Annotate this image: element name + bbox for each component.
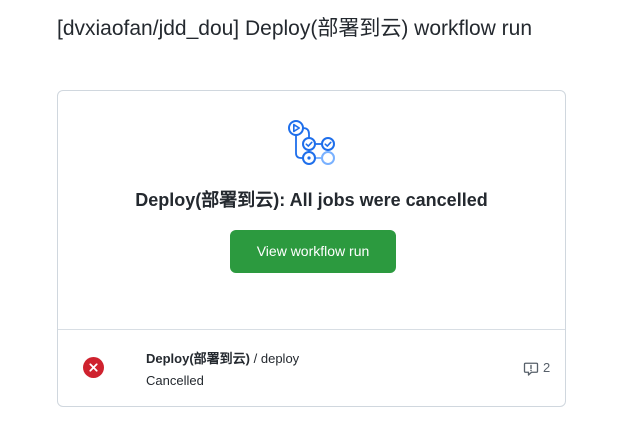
annotations-link[interactable]: 2 [523, 359, 550, 377]
job-workflow-name: Deploy(部署到云) [146, 351, 251, 366]
job-name[interactable]: Deploy(部署到云) / deploy [146, 350, 299, 368]
annotation-count: 2 [543, 360, 551, 375]
page-title: [dvxiaofan/jdd_dou] Deploy(部署到云) workflo… [57, 17, 533, 40]
job-separator: / [250, 351, 261, 366]
workflow-icon [288, 120, 335, 165]
comment-icon [523, 362, 539, 376]
x-circle-fill-icon [83, 357, 104, 378]
workflow-run-card: Deploy(部署到云): All jobs were cancelled Vi… [57, 90, 566, 407]
job-status: Cancelled [146, 373, 204, 388]
job-row: Deploy(部署到云) / deploy Cancelled 2 [58, 330, 565, 406]
run-headline: Deploy(部署到云): All jobs were cancelled [135, 190, 488, 210]
view-workflow-run-button[interactable]: View workflow run [230, 230, 396, 273]
job-step-name: deploy [260, 351, 300, 366]
